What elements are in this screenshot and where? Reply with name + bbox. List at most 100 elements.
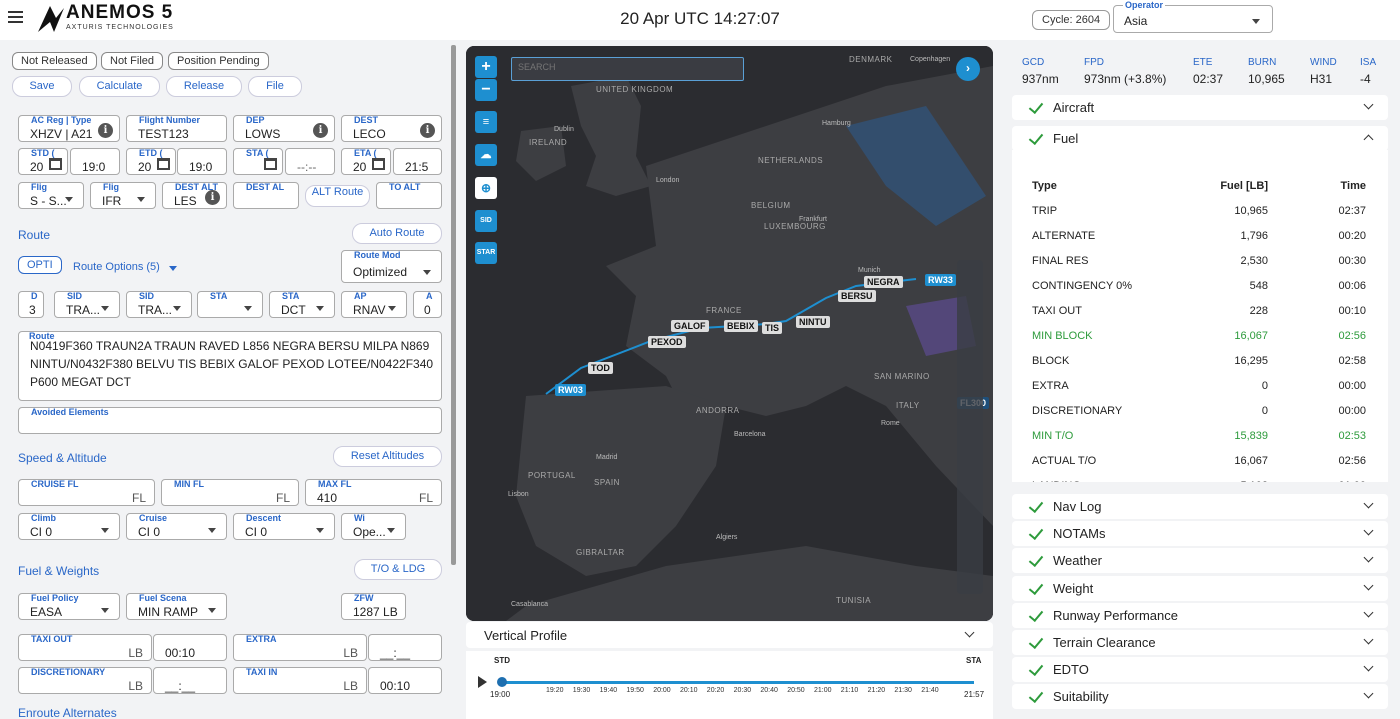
max-fl-field[interactable]: MAX FL 410 FL [305,479,442,506]
calendar-icon[interactable] [264,158,277,170]
zfw-field[interactable]: ZFW 1287 LB [341,593,406,620]
accordion-notams[interactable]: NOTAMs [1012,521,1388,547]
waypoint-rw03[interactable]: RW03 [555,384,586,396]
waypoint-rw33[interactable]: RW33 [925,274,956,286]
info-icon[interactable]: i [98,123,113,138]
info-icon[interactable]: i [420,123,435,138]
climb-select[interactable]: Climb CI 0 [18,513,120,540]
discretionary-time-field[interactable]: __:__ [153,667,227,694]
operator-select[interactable]: Operator Asia [1113,0,1273,33]
flight-type-select[interactable]: Flig IFR [90,182,156,209]
accordion-edto[interactable]: EDTO [1012,657,1388,683]
menu-icon[interactable] [8,10,24,24]
waypoint-bersu[interactable]: BERSU [838,290,876,302]
accordion-weight[interactable]: Weight [1012,575,1388,601]
to-alt-field[interactable]: TO ALT [376,182,442,209]
accordion-terrain-clearance[interactable]: Terrain Clearance [1012,630,1388,655]
accordion-weather[interactable]: Weather [1012,548,1388,574]
chevron-right-icon[interactable]: › [956,57,980,81]
sta-date-field[interactable]: STA ( [233,148,283,175]
fuel-policy-select[interactable]: Fuel Policy EASA [18,593,120,620]
timeline-bar[interactable]: STD STA 19:00 21:57 19:20 19:30 19:40 19:50… [466,651,993,719]
accordion-fuel[interactable]: Fuel [1012,126,1388,151]
reset-altitudes-button[interactable]: Reset Altitudes [333,446,442,467]
calculate-button[interactable]: Calculate [79,76,160,97]
sta-time-field[interactable]: --:-- [285,148,335,175]
waypoint-tod[interactable]: TOD [588,362,613,374]
left-panel-scrollbar[interactable] [451,45,456,565]
cruise-fl-field[interactable]: CRUISE FL FL [18,479,155,506]
route-options-toggle[interactable]: Route Options (5) [73,261,177,273]
taxi-in-time-field[interactable]: 00:10 [368,667,442,694]
sid-transition-select[interactable]: SID TRA... [126,291,192,318]
layers-icon[interactable]: ≡ [475,111,497,133]
waypoint-bebix[interactable]: BEBIX [724,320,758,332]
avoided-elements-field[interactable]: Avoided Elements [18,407,442,434]
map-search-input[interactable] [518,62,738,72]
route-param-d[interactable]: D3 [18,291,44,318]
ac-reg-field[interactable]: AC Reg | Type XHZV | A21 i [18,115,120,142]
dest-alt-field[interactable]: DEST ALT LES i [162,182,227,209]
vertical-profile-header[interactable]: Vertical Profile [466,622,993,648]
flight-rules-select[interactable]: Flig S - S... [18,182,84,209]
info-icon[interactable]: i [313,123,328,138]
file-button[interactable]: File [248,76,302,97]
waypoint-tis[interactable]: TIS [762,322,783,334]
discretionary-field[interactable]: DISCRETIONARY LB [18,667,152,694]
map-search-box[interactable] [511,57,744,81]
accordion-aircraft[interactable]: Aircraft [1012,95,1388,120]
route-param-a[interactable]: A0 [413,291,442,318]
opti-chip[interactable]: OPTI [18,256,62,274]
calendar-icon[interactable] [372,158,385,170]
sid-select[interactable]: SID TRA... [54,291,120,318]
play-icon[interactable] [478,676,487,688]
weather-icon[interactable]: ☁ [475,144,497,166]
extra-field[interactable]: EXTRA LB [233,634,367,661]
taxi-in-field[interactable]: TAXI IN LB [233,667,367,694]
dep-field[interactable]: DEP LOWS i [233,115,335,142]
zoom-in-button[interactable]: + [475,56,497,78]
route-mode-select[interactable]: Route Mod Optimized [341,250,442,283]
descent-select[interactable]: Descent CI 0 [233,513,335,540]
accordion-runway-performance[interactable]: Runway Performance [1012,602,1388,628]
flight-number-field[interactable]: Flight Number TEST123 [126,115,227,142]
timeline-handle[interactable] [497,677,507,687]
star-toggle[interactable]: STAR [475,242,497,264]
calendar-icon[interactable] [157,158,170,170]
std-time-field[interactable]: 19:0 [70,148,120,175]
wind-select[interactable]: Wi Ope... [341,513,406,540]
star-select[interactable]: STA [197,291,263,318]
alt-route-button[interactable]: ALT Route [305,185,370,207]
min-fl-field[interactable]: MIN FL FL [161,479,299,506]
waypoint-pexod[interactable]: PEXOD [648,336,686,348]
route-map[interactable]: + − ≡ ☁ ⊕ SID STAR › UNITED KINGDOM IREL… [466,46,993,621]
profile-slider[interactable] [957,260,983,594]
dest-field[interactable]: DEST LECO i [341,115,442,142]
approach-select[interactable]: AP RNAV [341,291,407,318]
taxi-out-field[interactable]: TAXI OUT LB [18,634,152,661]
etd-time-field[interactable]: 19:0 [177,148,227,175]
to-ldg-button[interactable]: T/O & LDG [354,559,442,580]
eta-date-field[interactable]: ETA ( 20 [341,148,391,175]
info-icon[interactable]: i [205,190,220,205]
save-button[interactable]: Save [12,76,72,97]
release-button[interactable]: Release [166,76,242,97]
waypoint-nintu[interactable]: NINTU [796,316,830,328]
calendar-icon[interactable] [49,158,62,170]
zoom-out-button[interactable]: − [475,79,497,101]
extra-time-field[interactable]: __:__ [368,634,442,661]
navaid-icon[interactable]: ⊕ [475,177,497,199]
auto-route-button[interactable]: Auto Route [352,223,442,244]
fuel-scenario-select[interactable]: Fuel Scena MIN RAMP [126,593,227,620]
accordion-suitability[interactable]: Suitability [1012,684,1388,710]
accordion-nav-log[interactable]: Nav Log [1012,494,1388,519]
star-transition-select[interactable]: STA DCT [269,291,335,318]
route-text-area[interactable]: Route N0419F360 TRAUN2A TRAUN RAVED L856… [18,331,442,401]
taxi-out-time-field[interactable]: 00:10 [153,634,227,661]
dest-alt-2-field[interactable]: DEST AL [233,182,299,209]
etd-date-field[interactable]: ETD ( 20 [126,148,176,175]
waypoint-galof[interactable]: GALOF [671,320,709,332]
chevron-down-icon[interactable] [964,627,975,638]
sid-toggle[interactable]: SID [475,210,497,232]
waypoint-negra[interactable]: NEGRA [864,276,903,288]
